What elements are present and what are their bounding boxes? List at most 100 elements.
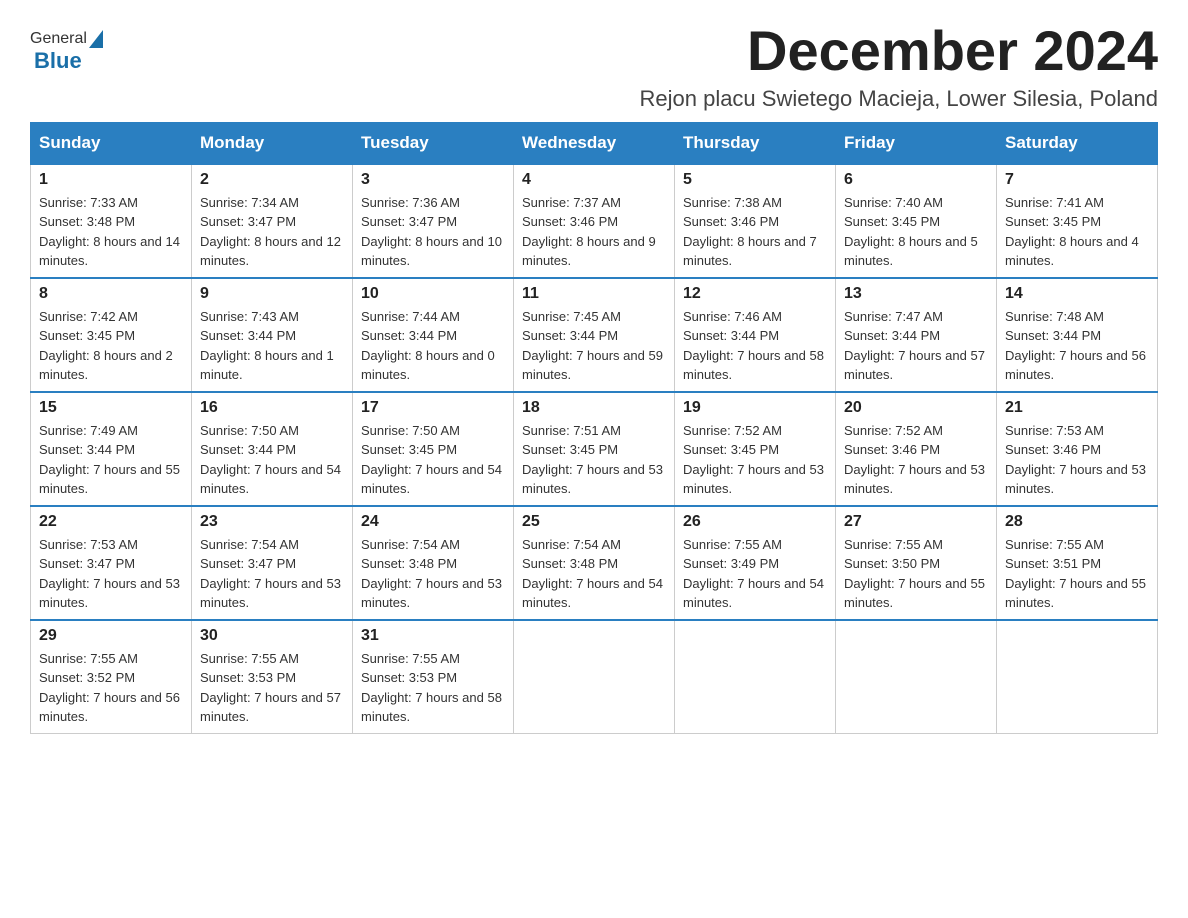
daylight-label: Daylight: 7 hours and 54 minutes.: [361, 462, 502, 497]
daylight-label: Daylight: 7 hours and 58 minutes.: [683, 348, 824, 383]
day-number: 22: [39, 513, 183, 531]
sunrise-label: Sunrise: 7:42 AM: [39, 309, 138, 324]
table-row: 3 Sunrise: 7:36 AM Sunset: 3:47 PM Dayli…: [353, 164, 514, 278]
table-row: 11 Sunrise: 7:45 AM Sunset: 3:44 PM Dayl…: [514, 278, 675, 392]
day-number: 16: [200, 399, 344, 417]
sunrise-label: Sunrise: 7:55 AM: [361, 651, 460, 666]
day-info: Sunrise: 7:54 AM Sunset: 3:48 PM Dayligh…: [361, 535, 505, 613]
day-info: Sunrise: 7:54 AM Sunset: 3:48 PM Dayligh…: [522, 535, 666, 613]
daylight-label: Daylight: 7 hours and 56 minutes.: [39, 690, 180, 725]
sunset-label: Sunset: 3:47 PM: [361, 214, 457, 229]
table-row: 18 Sunrise: 7:51 AM Sunset: 3:45 PM Dayl…: [514, 392, 675, 506]
table-row: 14 Sunrise: 7:48 AM Sunset: 3:44 PM Dayl…: [997, 278, 1158, 392]
day-info: Sunrise: 7:50 AM Sunset: 3:44 PM Dayligh…: [200, 421, 344, 499]
table-row: 24 Sunrise: 7:54 AM Sunset: 3:48 PM Dayl…: [353, 506, 514, 620]
sunset-label: Sunset: 3:45 PM: [39, 328, 135, 343]
day-info: Sunrise: 7:55 AM Sunset: 3:52 PM Dayligh…: [39, 649, 183, 727]
day-number: 27: [844, 513, 988, 531]
col-monday: Monday: [192, 122, 353, 164]
table-row: 25 Sunrise: 7:54 AM Sunset: 3:48 PM Dayl…: [514, 506, 675, 620]
table-row: 2 Sunrise: 7:34 AM Sunset: 3:47 PM Dayli…: [192, 164, 353, 278]
daylight-label: Daylight: 7 hours and 55 minutes.: [844, 576, 985, 611]
sunrise-label: Sunrise: 7:55 AM: [1005, 537, 1104, 552]
day-info: Sunrise: 7:47 AM Sunset: 3:44 PM Dayligh…: [844, 307, 988, 385]
table-row: 16 Sunrise: 7:50 AM Sunset: 3:44 PM Dayl…: [192, 392, 353, 506]
day-number: 9: [200, 285, 344, 303]
day-number: 19: [683, 399, 827, 417]
table-row: 10 Sunrise: 7:44 AM Sunset: 3:44 PM Dayl…: [353, 278, 514, 392]
day-number: 1: [39, 171, 183, 189]
table-row: 4 Sunrise: 7:37 AM Sunset: 3:46 PM Dayli…: [514, 164, 675, 278]
day-info: Sunrise: 7:55 AM Sunset: 3:49 PM Dayligh…: [683, 535, 827, 613]
table-row: 5 Sunrise: 7:38 AM Sunset: 3:46 PM Dayli…: [675, 164, 836, 278]
table-row: 1 Sunrise: 7:33 AM Sunset: 3:48 PM Dayli…: [31, 164, 192, 278]
sunset-label: Sunset: 3:48 PM: [361, 556, 457, 571]
logo: General Blue: [30, 30, 105, 74]
daylight-label: Daylight: 7 hours and 53 minutes.: [683, 462, 824, 497]
sunrise-label: Sunrise: 7:46 AM: [683, 309, 782, 324]
daylight-label: Daylight: 7 hours and 57 minutes.: [200, 690, 341, 725]
calendar-week-row: 1 Sunrise: 7:33 AM Sunset: 3:48 PM Dayli…: [31, 164, 1158, 278]
daylight-label: Daylight: 8 hours and 14 minutes.: [39, 234, 180, 269]
sunrise-label: Sunrise: 7:36 AM: [361, 195, 460, 210]
day-number: 15: [39, 399, 183, 417]
day-number: 29: [39, 627, 183, 645]
sunset-label: Sunset: 3:44 PM: [200, 442, 296, 457]
table-row: 28 Sunrise: 7:55 AM Sunset: 3:51 PM Dayl…: [997, 506, 1158, 620]
sunrise-label: Sunrise: 7:52 AM: [844, 423, 943, 438]
table-row: 20 Sunrise: 7:52 AM Sunset: 3:46 PM Dayl…: [836, 392, 997, 506]
daylight-label: Daylight: 8 hours and 9 minutes.: [522, 234, 656, 269]
day-number: 26: [683, 513, 827, 531]
day-info: Sunrise: 7:53 AM Sunset: 3:46 PM Dayligh…: [1005, 421, 1149, 499]
logo-triangle-icon: [89, 30, 103, 48]
sunset-label: Sunset: 3:53 PM: [200, 670, 296, 685]
sunset-label: Sunset: 3:44 PM: [522, 328, 618, 343]
sunrise-label: Sunrise: 7:34 AM: [200, 195, 299, 210]
sunset-label: Sunset: 3:49 PM: [683, 556, 779, 571]
sunset-label: Sunset: 3:46 PM: [844, 442, 940, 457]
sunset-label: Sunset: 3:44 PM: [1005, 328, 1101, 343]
sunset-label: Sunset: 3:45 PM: [1005, 214, 1101, 229]
daylight-label: Daylight: 7 hours and 53 minutes.: [844, 462, 985, 497]
sunrise-label: Sunrise: 7:40 AM: [844, 195, 943, 210]
col-sunday: Sunday: [31, 122, 192, 164]
sunrise-label: Sunrise: 7:38 AM: [683, 195, 782, 210]
col-friday: Friday: [836, 122, 997, 164]
day-info: Sunrise: 7:45 AM Sunset: 3:44 PM Dayligh…: [522, 307, 666, 385]
day-info: Sunrise: 7:51 AM Sunset: 3:45 PM Dayligh…: [522, 421, 666, 499]
day-info: Sunrise: 7:55 AM Sunset: 3:51 PM Dayligh…: [1005, 535, 1149, 613]
sunset-label: Sunset: 3:47 PM: [200, 556, 296, 571]
daylight-label: Daylight: 8 hours and 1 minute.: [200, 348, 334, 383]
table-row: 21 Sunrise: 7:53 AM Sunset: 3:46 PM Dayl…: [997, 392, 1158, 506]
col-thursday: Thursday: [675, 122, 836, 164]
sunrise-label: Sunrise: 7:50 AM: [361, 423, 460, 438]
sunrise-label: Sunrise: 7:48 AM: [1005, 309, 1104, 324]
sunrise-label: Sunrise: 7:53 AM: [39, 537, 138, 552]
day-number: 10: [361, 285, 505, 303]
sunrise-label: Sunrise: 7:55 AM: [200, 651, 299, 666]
sunrise-label: Sunrise: 7:54 AM: [200, 537, 299, 552]
day-number: 21: [1005, 399, 1149, 417]
col-tuesday: Tuesday: [353, 122, 514, 164]
day-number: 17: [361, 399, 505, 417]
table-row: 22 Sunrise: 7:53 AM Sunset: 3:47 PM Dayl…: [31, 506, 192, 620]
sunrise-label: Sunrise: 7:52 AM: [683, 423, 782, 438]
sunset-label: Sunset: 3:52 PM: [39, 670, 135, 685]
daylight-label: Daylight: 7 hours and 53 minutes.: [1005, 462, 1146, 497]
daylight-label: Daylight: 8 hours and 4 minutes.: [1005, 234, 1139, 269]
calendar-week-row: 8 Sunrise: 7:42 AM Sunset: 3:45 PM Dayli…: [31, 278, 1158, 392]
sunrise-label: Sunrise: 7:55 AM: [683, 537, 782, 552]
sunset-label: Sunset: 3:44 PM: [361, 328, 457, 343]
sunrise-label: Sunrise: 7:33 AM: [39, 195, 138, 210]
sunrise-label: Sunrise: 7:41 AM: [1005, 195, 1104, 210]
day-info: Sunrise: 7:37 AM Sunset: 3:46 PM Dayligh…: [522, 193, 666, 271]
daylight-label: Daylight: 7 hours and 58 minutes.: [361, 690, 502, 725]
sunset-label: Sunset: 3:48 PM: [522, 556, 618, 571]
location-title: Rejon placu Swietego Macieja, Lower Sile…: [639, 86, 1158, 112]
sunset-label: Sunset: 3:45 PM: [844, 214, 940, 229]
day-info: Sunrise: 7:43 AM Sunset: 3:44 PM Dayligh…: [200, 307, 344, 385]
daylight-label: Daylight: 7 hours and 57 minutes.: [844, 348, 985, 383]
day-number: 31: [361, 627, 505, 645]
daylight-label: Daylight: 7 hours and 53 minutes.: [200, 576, 341, 611]
table-row: 17 Sunrise: 7:50 AM Sunset: 3:45 PM Dayl…: [353, 392, 514, 506]
